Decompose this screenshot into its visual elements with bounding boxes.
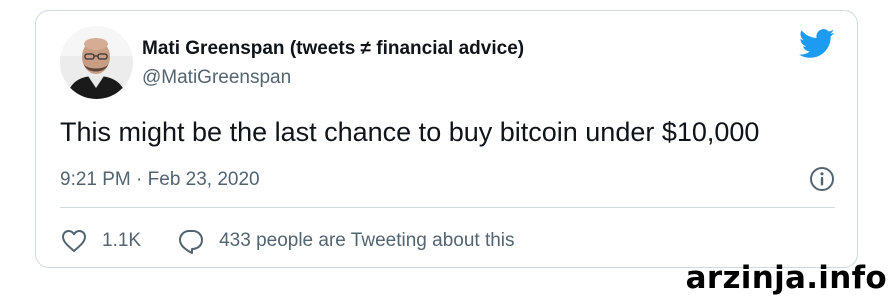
- tweet-timestamp[interactable]: 9:21 PM · Feb 23, 2020: [60, 169, 260, 191]
- watermark: arzinja.info: [685, 260, 887, 296]
- speech-bubble-icon: [179, 230, 204, 254]
- divider: [60, 207, 835, 208]
- tweet-text: This might be the last chance to buy bit…: [60, 117, 760, 147]
- author-handle[interactable]: @MatiGreenspan: [142, 67, 291, 89]
- discussion-link[interactable]: 433 people are Tweeting about this: [177, 227, 515, 255]
- avatar[interactable]: [60, 26, 133, 99]
- discussion-text: 433 people are Tweeting about this: [219, 230, 515, 251]
- tweet-card[interactable]: Mati Greenspan (tweets ≠ financial advic…: [35, 10, 858, 268]
- info-icon[interactable]: [809, 166, 835, 192]
- tweet-actions: 1.1K 433 people are Tweeting about this: [60, 225, 515, 257]
- like-button[interactable]: 1.1K: [60, 227, 141, 255]
- like-count: 1.1K: [102, 230, 142, 251]
- heart-icon: [62, 230, 86, 252]
- twitter-bird-icon[interactable]: [799, 29, 835, 59]
- author-display-name[interactable]: Mati Greenspan (tweets ≠ financial advic…: [142, 38, 524, 60]
